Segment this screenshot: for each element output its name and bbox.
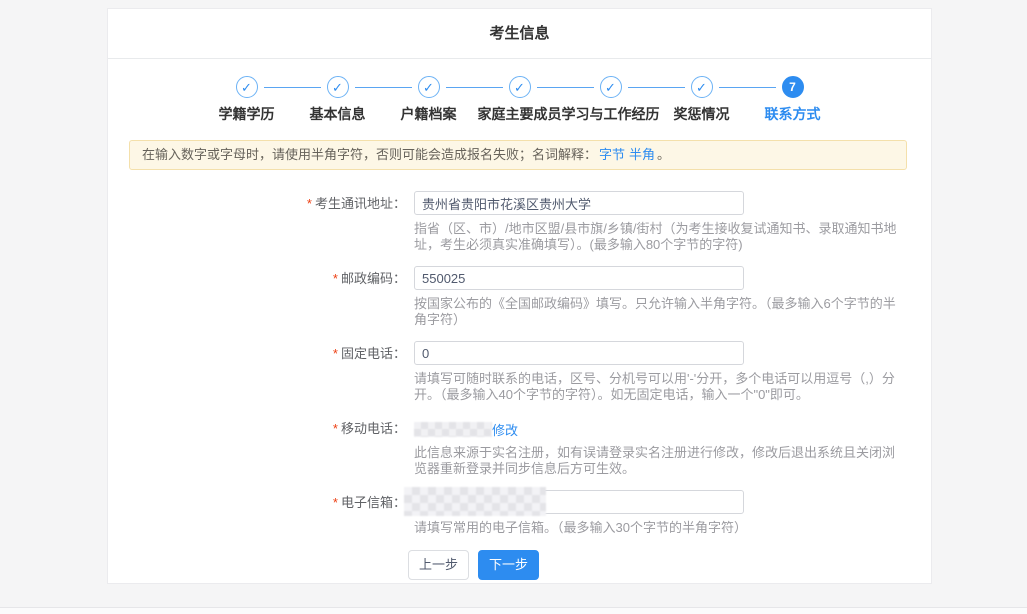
notice-text: 在输入数字或字母时，请使用半角字符，否则可能会造成报名失败；名词解释： xyxy=(142,147,597,162)
address-label: *考生通讯地址： xyxy=(129,191,406,253)
wizard-step-7-active[interactable]: 7 联系方式 xyxy=(747,76,838,124)
email-label: *电子信箱： xyxy=(129,490,406,536)
step-label: 学籍学历 xyxy=(219,104,275,124)
email-hint: 请填写常用的电子信箱。（最多输入30个字节的半角字符） xyxy=(414,520,907,536)
next-step-button[interactable]: 下一步 xyxy=(478,550,539,580)
step-number-badge: 7 xyxy=(782,76,804,98)
step-label: 户籍档案 xyxy=(401,104,457,124)
zipcode-hint: 按国家公布的《全国邮政编码》填写。只允许输入半角字符。（最多输入6个字节的半角字… xyxy=(414,296,907,328)
address-input[interactable] xyxy=(414,191,744,215)
required-marker: * xyxy=(333,271,338,286)
step-label: 奖惩情况 xyxy=(674,104,730,124)
page-footer-divider xyxy=(0,607,1027,614)
required-marker: * xyxy=(333,346,338,361)
wizard-step-6[interactable]: ✓ 奖惩情况 xyxy=(656,76,747,124)
landline-row: *固定电话： 请填写可随时联系的电话，区号、分机号可以用'-'分开，多个电话可以… xyxy=(129,341,907,403)
form-actions: 上一步 下一步 xyxy=(408,550,907,580)
address-hint: 指省（区、市）/地市区盟/县市旗/乡镇/街村（为考生接收复试通知书、录取通知书地… xyxy=(414,221,907,253)
step-done-check-icon: ✓ xyxy=(600,76,622,98)
byte-definition-link[interactable]: 字节 xyxy=(599,147,625,162)
contact-form: *考生通讯地址： 指省（区、市）/地市区盟/县市旗/乡镇/街村（为考生接收复试通… xyxy=(108,191,931,580)
modify-mobile-link[interactable]: 修改 xyxy=(492,420,518,439)
step-label: 学习与工作经历 xyxy=(562,104,660,124)
landline-input[interactable] xyxy=(414,341,744,365)
landline-hint: 请填写可随时联系的电话，区号、分机号可以用'-'分开，多个电话可以用逗号（,）分… xyxy=(414,371,907,403)
step-done-check-icon: ✓ xyxy=(418,76,440,98)
required-marker: * xyxy=(333,421,338,436)
previous-step-button[interactable]: 上一步 xyxy=(408,550,469,580)
wizard-step-4[interactable]: ✓ 家庭主要成员 xyxy=(474,76,565,124)
page: 考生信息 ✓ 学籍学历 ✓ 基本信息 ✓ 户籍档案 ✓ 家庭主要成员 ✓ 学习与… xyxy=(0,0,1027,614)
candidate-info-card: 考生信息 ✓ 学籍学历 ✓ 基本信息 ✓ 户籍档案 ✓ 家庭主要成员 ✓ 学习与… xyxy=(107,8,932,584)
step-done-check-icon: ✓ xyxy=(691,76,713,98)
step-wizard: ✓ 学籍学历 ✓ 基本信息 ✓ 户籍档案 ✓ 家庭主要成员 ✓ 学习与工作经历 … xyxy=(108,76,931,124)
halfwidth-definition-link[interactable]: 半角 xyxy=(629,147,655,162)
wizard-step-2[interactable]: ✓ 基本信息 xyxy=(292,76,383,124)
landline-label: *固定电话： xyxy=(129,341,406,403)
mobile-hint: 此信息来源于实名注册，如有误请登录实名注册进行修改，修改后退出系统且关闭浏览器重… xyxy=(414,445,907,477)
zipcode-input[interactable] xyxy=(414,266,744,290)
wizard-step-3[interactable]: ✓ 户籍档案 xyxy=(383,76,474,124)
wizard-step-5[interactable]: ✓ 学习与工作经历 xyxy=(565,76,656,124)
required-marker: * xyxy=(307,196,312,211)
step-done-check-icon: ✓ xyxy=(327,76,349,98)
step-label: 基本信息 xyxy=(310,104,366,124)
step-label: 联系方式 xyxy=(765,104,821,124)
zipcode-label: *邮政编码： xyxy=(129,266,406,328)
step-done-check-icon: ✓ xyxy=(236,76,258,98)
email-row: *电子信箱： 请填写常用的电子信箱。（最多输入30个字节的半角字符） xyxy=(129,490,907,536)
mobile-number-redaction-blur xyxy=(414,422,492,437)
mobile-row: *移动电话： 修改 此信息来源于实名注册，如有误请登录实名注册进行修改，修改后退… xyxy=(129,416,907,477)
required-marker: * xyxy=(333,495,338,510)
address-row: *考生通讯地址： 指省（区、市）/地市区盟/县市旗/乡镇/街村（为考生接收复试通… xyxy=(129,191,907,253)
mobile-label: *移动电话： xyxy=(129,416,406,477)
zipcode-row: *邮政编码： 按国家公布的《全国邮政编码》填写。只允许输入半角字符。（最多输入6… xyxy=(129,266,907,328)
step-done-check-icon: ✓ xyxy=(509,76,531,98)
step-label: 家庭主要成员 xyxy=(478,104,562,124)
halfwidth-notice-bar: 在输入数字或字母时，请使用半角字符，否则可能会造成报名失败；名词解释：字节半角。 xyxy=(129,140,907,170)
email-redaction-blur xyxy=(404,487,546,516)
notice-suffix: 。 xyxy=(657,147,670,162)
wizard-step-1[interactable]: ✓ 学籍学历 xyxy=(201,76,292,124)
page-title: 考生信息 xyxy=(108,9,931,59)
